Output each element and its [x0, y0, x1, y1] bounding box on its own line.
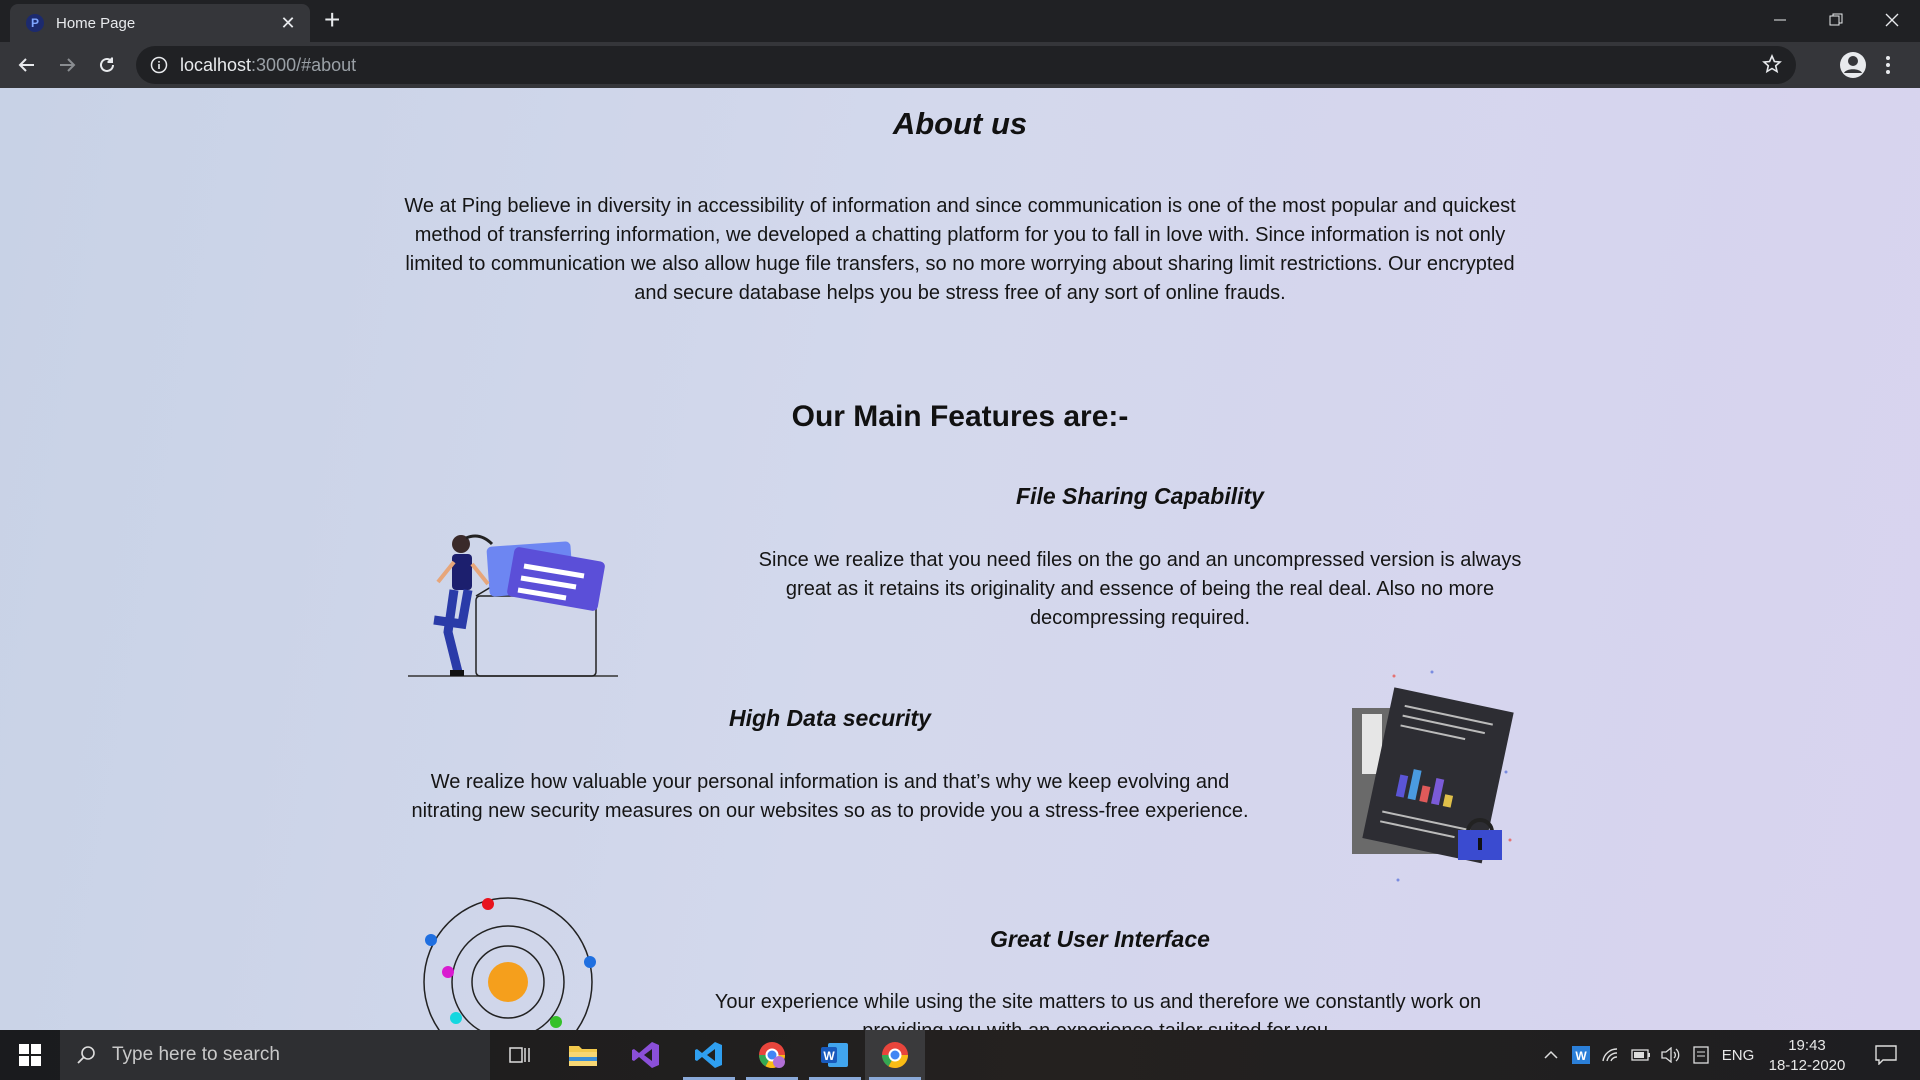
profile-avatar-icon[interactable]	[1838, 50, 1868, 85]
browser-tab-strip: P Home Page ✕ +	[0, 0, 1920, 42]
chrome-icon	[881, 1042, 909, 1069]
feature-text-data-security: We realize how valuable your personal in…	[411, 771, 1249, 822]
forward-button[interactable]	[52, 50, 82, 80]
word-icon: W	[821, 1043, 848, 1067]
svg-text:W: W	[823, 1049, 835, 1063]
task-view-icon	[509, 1047, 530, 1063]
clock-date: 18-12-2020	[1768, 1057, 1846, 1074]
browser-toolbar: localhost:3000/#about	[0, 42, 1920, 88]
back-button[interactable]	[12, 50, 42, 80]
svg-text:W: W	[1575, 1049, 1587, 1063]
minimize-button[interactable]	[1752, 0, 1808, 40]
chrome-button[interactable]	[865, 1030, 925, 1080]
feature-text-file-sharing: Since we realize that you need files on …	[758, 549, 1522, 629]
system-clock[interactable]: 19:43 18-12-2020	[1762, 1036, 1852, 1076]
keyboard-icon	[1693, 1046, 1709, 1064]
reload-icon	[100, 57, 114, 72]
word-button[interactable]: W	[805, 1030, 865, 1080]
ime-button[interactable]	[1688, 1030, 1714, 1080]
window-controls	[1752, 0, 1920, 40]
notification-icon	[1875, 1045, 1897, 1065]
search-placeholder: Type here to search	[112, 1044, 280, 1065]
restore-button[interactable]	[1808, 0, 1864, 40]
folder-icon	[569, 1046, 597, 1066]
url-path: :3000/#about	[251, 54, 357, 75]
forward-arrow-icon	[60, 58, 76, 72]
language-label: ENG	[1721, 1046, 1755, 1064]
feature-title-file-sharing: File Sharing Capability	[1016, 483, 1264, 509]
feature-text-user-interface: Your experience while using the site mat…	[714, 991, 1482, 1030]
volume-button[interactable]	[1658, 1030, 1684, 1080]
chrome-profile-icon	[758, 1042, 786, 1069]
start-button[interactable]	[0, 1030, 60, 1080]
address-bar[interactable]: localhost:3000/#about	[136, 46, 1796, 84]
task-view-button[interactable]	[490, 1030, 550, 1080]
about-description: We at Ping believe in diversity in acces…	[404, 195, 1516, 304]
tab-title: Home Page	[56, 14, 136, 32]
reload-button[interactable]	[92, 50, 122, 80]
clock-time: 19:43	[1788, 1037, 1826, 1054]
chrome-profile-button[interactable]	[742, 1030, 802, 1080]
back-arrow-icon	[18, 58, 34, 72]
battery-button[interactable]	[1628, 1030, 1654, 1080]
vs-code-icon	[695, 1042, 722, 1068]
data-security-illustration	[1346, 670, 1526, 887]
windows-taskbar: Type here to search W W ENG 19:43 18-12-…	[0, 1030, 1920, 1080]
visual-studio-icon	[632, 1042, 659, 1068]
tray-app-icon: W	[1572, 1046, 1590, 1064]
tab-home-page[interactable]: P Home Page ✕	[10, 4, 310, 42]
about-page: About us We at Ping believe in diversity…	[0, 88, 1920, 1030]
show-hidden-icons-button[interactable]	[1538, 1030, 1564, 1080]
battery-icon	[1631, 1049, 1650, 1061]
url-host: localhost	[180, 54, 252, 75]
wifi-icon	[1602, 1048, 1618, 1062]
bookmark-star-icon[interactable]	[1762, 53, 1782, 79]
speaker-icon	[1661, 1047, 1680, 1063]
features-heading: Our Main Features are:-	[791, 400, 1129, 433]
windows-logo-icon	[19, 1044, 41, 1066]
feature-title-data-security: High Data security	[729, 705, 931, 731]
search-icon	[77, 1046, 95, 1064]
new-tab-button[interactable]: +	[324, 6, 340, 34]
vs-code-button[interactable]	[679, 1030, 739, 1080]
file-explorer-button[interactable]	[553, 1030, 613, 1080]
visual-studio-button[interactable]	[616, 1030, 676, 1080]
feature-title-user-interface: Great User Interface	[990, 926, 1210, 952]
chevron-up-icon	[1544, 1050, 1558, 1059]
browser-menu-icon[interactable]	[1882, 50, 1894, 85]
taskbar-search-box[interactable]: Type here to search	[60, 1030, 490, 1080]
close-window-button[interactable]	[1864, 0, 1920, 40]
user-interface-illustration	[410, 892, 600, 1030]
action-center-button[interactable]	[1864, 1030, 1908, 1080]
close-tab-icon[interactable]: ✕	[278, 13, 298, 34]
tray-app-button[interactable]: W	[1568, 1030, 1594, 1080]
file-sharing-illustration	[406, 524, 620, 685]
about-title: About us	[892, 106, 1028, 141]
site-info-icon[interactable]	[150, 56, 168, 74]
ping-favicon-icon: P	[26, 14, 44, 32]
language-indicator[interactable]: ENG	[1718, 1030, 1758, 1080]
wifi-button[interactable]	[1598, 1030, 1624, 1080]
